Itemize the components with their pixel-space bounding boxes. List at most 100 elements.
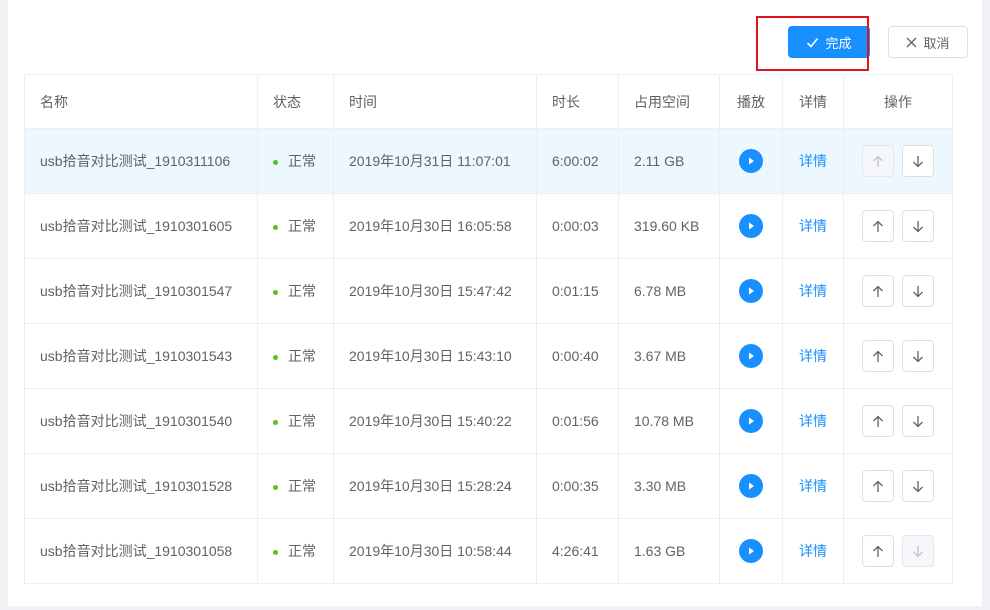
status-label: 正常 <box>288 348 316 364</box>
status-dot-icon <box>273 549 278 555</box>
cell-play <box>719 323 783 389</box>
detail-link[interactable]: 详情 <box>799 543 827 559</box>
arrow-down-icon <box>913 480 923 492</box>
arrow-down-icon <box>913 220 923 232</box>
move-up-button[interactable] <box>862 470 894 502</box>
detail-link[interactable]: 详情 <box>799 348 827 364</box>
status-label: 正常 <box>288 153 316 169</box>
detail-link[interactable]: 详情 <box>799 218 827 234</box>
play-button[interactable] <box>739 214 763 238</box>
move-up-button[interactable] <box>862 405 894 437</box>
done-button[interactable]: 完成 <box>788 26 870 58</box>
table-row: usb拾音对比测试_1910301528 正常 2019年10月30日 15:2… <box>24 453 953 519</box>
cell-status: 正常 <box>257 128 334 194</box>
cell-ops <box>843 193 953 259</box>
cell-name: usb拾音对比测试_1910311106 <box>24 128 258 194</box>
play-button[interactable] <box>739 539 763 563</box>
cell-size: 10.78 MB <box>618 388 720 454</box>
cell-time: 2019年10月30日 10:58:44 <box>333 518 537 584</box>
status-dot-icon <box>273 419 278 425</box>
recordings-table: 名称 状态 时间 时长 占用空间 播放 详情 操作 usb拾音对比测试_1910… <box>24 74 953 584</box>
arrow-up-icon <box>873 350 883 362</box>
cell-name: usb拾音对比测试_1910301528 <box>24 453 258 519</box>
cell-time: 2019年10月31日 11:07:01 <box>333 128 537 194</box>
arrow-down-icon <box>913 415 923 427</box>
cell-detail: 详情 <box>782 258 844 324</box>
arrow-up-icon <box>873 545 883 557</box>
play-button[interactable] <box>739 344 763 368</box>
header-ops: 操作 <box>843 74 953 129</box>
cell-name: usb拾音对比测试_1910301540 <box>24 388 258 454</box>
cell-status: 正常 <box>257 323 334 389</box>
cell-ops <box>843 453 953 519</box>
cell-duration: 0:00:40 <box>536 323 619 389</box>
play-icon <box>749 352 754 360</box>
play-icon <box>749 287 754 295</box>
cell-name: usb拾音对比测试_1910301547 <box>24 258 258 324</box>
cell-play <box>719 128 783 194</box>
cell-ops <box>843 128 953 194</box>
cell-ops <box>843 258 953 324</box>
cell-detail: 详情 <box>782 193 844 259</box>
status-label: 正常 <box>288 218 316 234</box>
play-icon <box>749 417 754 425</box>
cell-status: 正常 <box>257 258 334 324</box>
play-button[interactable] <box>739 474 763 498</box>
status-dot-icon <box>273 289 278 295</box>
detail-link[interactable]: 详情 <box>799 283 827 299</box>
cell-status: 正常 <box>257 388 334 454</box>
cell-size: 1.63 GB <box>618 518 720 584</box>
move-up-button[interactable] <box>862 340 894 372</box>
table-row: usb拾音对比测试_1910301543 正常 2019年10月30日 15:4… <box>24 323 953 389</box>
play-icon <box>749 482 754 490</box>
cell-duration: 4:26:41 <box>536 518 619 584</box>
cell-play <box>719 388 783 454</box>
header-play: 播放 <box>719 74 783 129</box>
move-up-button[interactable] <box>862 275 894 307</box>
header-detail: 详情 <box>782 74 844 129</box>
move-down-button[interactable] <box>902 470 934 502</box>
detail-link[interactable]: 详情 <box>799 413 827 429</box>
move-down-button[interactable] <box>902 210 934 242</box>
detail-link[interactable]: 详情 <box>799 478 827 494</box>
cell-ops <box>843 323 953 389</box>
cell-time: 2019年10月30日 15:47:42 <box>333 258 537 324</box>
table-row: usb拾音对比测试_1910301540 正常 2019年10月30日 15:4… <box>24 388 953 454</box>
cell-size: 3.30 MB <box>618 453 720 519</box>
cell-detail: 详情 <box>782 388 844 454</box>
arrow-up-icon <box>873 285 883 297</box>
cell-detail: 详情 <box>782 323 844 389</box>
cancel-button[interactable]: 取消 <box>888 26 968 58</box>
arrow-down-icon <box>913 285 923 297</box>
done-button-label: 完成 <box>825 35 852 51</box>
play-button[interactable] <box>739 409 763 433</box>
move-up-button[interactable] <box>862 535 894 567</box>
cell-play <box>719 258 783 324</box>
cell-time: 2019年10月30日 15:43:10 <box>333 323 537 389</box>
close-icon <box>907 37 917 47</box>
toolbar: 完成 取消 <box>788 26 968 58</box>
detail-link[interactable]: 详情 <box>799 153 827 169</box>
move-down-button[interactable] <box>902 340 934 372</box>
cell-time: 2019年10月30日 15:28:24 <box>333 453 537 519</box>
cell-name: usb拾音对比测试_1910301605 <box>24 193 258 259</box>
table-row: usb拾音对比测试_1910301605 正常 2019年10月30日 16:0… <box>24 193 953 259</box>
status-label: 正常 <box>288 283 316 299</box>
play-button[interactable] <box>739 149 763 173</box>
move-up-button[interactable] <box>862 210 894 242</box>
arrow-down-icon <box>913 350 923 362</box>
cell-size: 2.11 GB <box>618 128 720 194</box>
play-icon <box>749 157 754 165</box>
move-down-button[interactable] <box>902 405 934 437</box>
status-dot-icon <box>273 354 278 360</box>
header-size: 占用空间 <box>618 74 720 129</box>
status-label: 正常 <box>288 413 316 429</box>
move-down-button[interactable] <box>902 145 934 177</box>
cell-duration: 0:01:15 <box>536 258 619 324</box>
cell-size: 6.78 MB <box>618 258 720 324</box>
play-button[interactable] <box>739 279 763 303</box>
table-header-row: 名称 状态 时间 时长 占用空间 播放 详情 操作 <box>24 74 953 129</box>
cancel-button-label: 取消 <box>923 35 950 51</box>
table-row: usb拾音对比测试_1910301547 正常 2019年10月30日 15:4… <box>24 258 953 324</box>
move-down-button[interactable] <box>902 275 934 307</box>
